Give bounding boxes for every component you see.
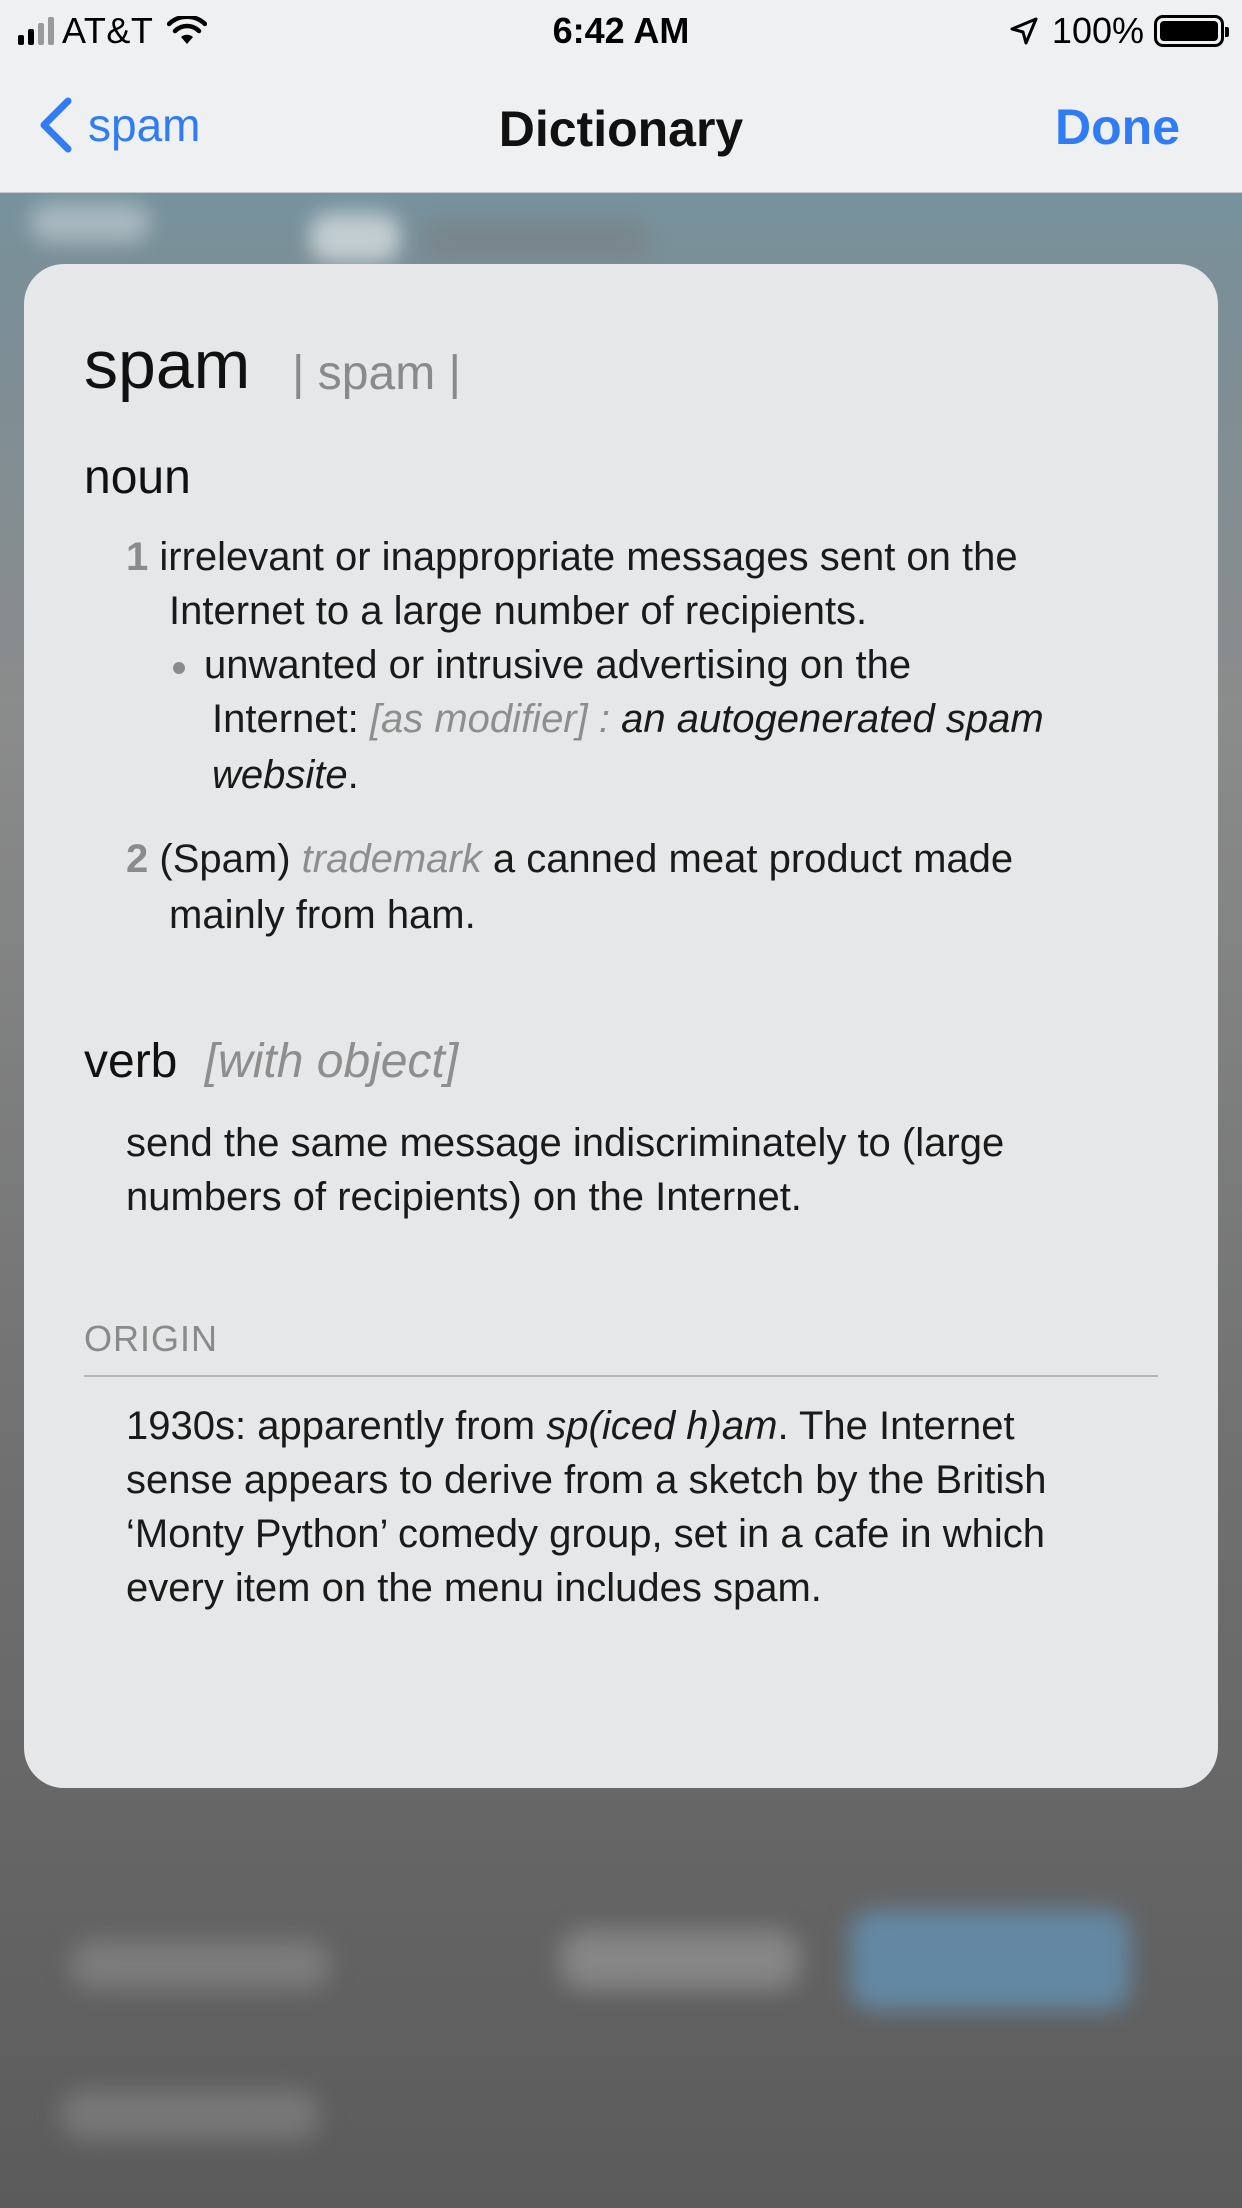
sense-number: 1 bbox=[126, 535, 149, 579]
battery-percent: 100% bbox=[1051, 10, 1144, 51]
sense-number: 2 bbox=[126, 837, 149, 881]
status-bar: AT&T 6:42 AM 100% bbox=[0, 0, 1242, 62]
verb-definition-line-2: numbers of recipients) on the Internet. bbox=[126, 1175, 802, 1219]
part-of-speech-verb: verb [with object] bbox=[84, 1034, 458, 1089]
example-text-cont: website bbox=[212, 753, 348, 797]
done-button[interactable]: Done bbox=[1055, 98, 1180, 156]
origin-text: 1930s: apparently from bbox=[126, 1404, 536, 1448]
subsense-line-3: website. bbox=[212, 748, 359, 802]
grammar-note: [as modifier] : bbox=[369, 697, 610, 741]
bullet-icon bbox=[173, 662, 185, 674]
subsense-line-1: unwanted or intrusive advertising on the bbox=[204, 643, 912, 687]
sense-prefix: (Spam) bbox=[159, 837, 291, 881]
navigation-bar: spam Dictionary Done bbox=[0, 62, 1242, 193]
dictionary-card: spam | spam | noun 1 irrelevant or inapp… bbox=[24, 264, 1218, 1788]
origin-line-1: 1930s: apparently from sp(iced h)am. The… bbox=[126, 1399, 1015, 1453]
noun-sense-2: 2 (Spam) trademark a canned meat product… bbox=[126, 832, 1013, 886]
verb-definition-line-1: send the same message indiscriminately t… bbox=[126, 1121, 1005, 1165]
example-text: an autogenerated spam bbox=[621, 697, 1044, 741]
sense-text: irrelevant or inappropriate messages sen… bbox=[159, 535, 1018, 579]
origin-line-4: every item on the menu includes spam. bbox=[126, 1566, 822, 1610]
verb-label: verb bbox=[84, 1035, 178, 1088]
usage-label: trademark bbox=[301, 837, 482, 881]
subsense-line-2: Internet: [as modifier] : an autogenerat… bbox=[212, 692, 1044, 746]
origin-line-3: ‘Monty Python’ comedy group, set in a ca… bbox=[126, 1512, 1045, 1556]
verb-grammar: [with object] bbox=[204, 1035, 459, 1088]
noun-sense-2-cont: mainly from ham. bbox=[169, 893, 476, 937]
headword: spam bbox=[84, 327, 251, 403]
blurred-background-bottom bbox=[0, 1820, 1242, 2208]
location-arrow-icon bbox=[1010, 17, 1038, 45]
part-of-speech-noun: noun bbox=[84, 451, 191, 504]
noun-sense-1-cont: Internet to a large number of recipients… bbox=[169, 589, 868, 633]
origin-line-2: sense appears to derive from a sketch by… bbox=[126, 1458, 1047, 1502]
subsense-text: Internet: bbox=[212, 697, 359, 741]
noun-sense-1: 1 irrelevant or inappropriate messages s… bbox=[126, 530, 1018, 584]
battery-icon bbox=[1154, 15, 1229, 47]
origin-heading: ORIGIN bbox=[84, 1318, 219, 1359]
sense-text: a canned meat product made bbox=[492, 837, 1014, 881]
divider bbox=[84, 1375, 1158, 1377]
origin-text-cont: . The Internet bbox=[777, 1404, 1015, 1448]
pronunciation: | spam | bbox=[292, 347, 461, 400]
status-right: 100% bbox=[1008, 8, 1229, 54]
example-end: . bbox=[347, 753, 359, 797]
origin-etymon: sp(iced h)am bbox=[546, 1404, 778, 1448]
